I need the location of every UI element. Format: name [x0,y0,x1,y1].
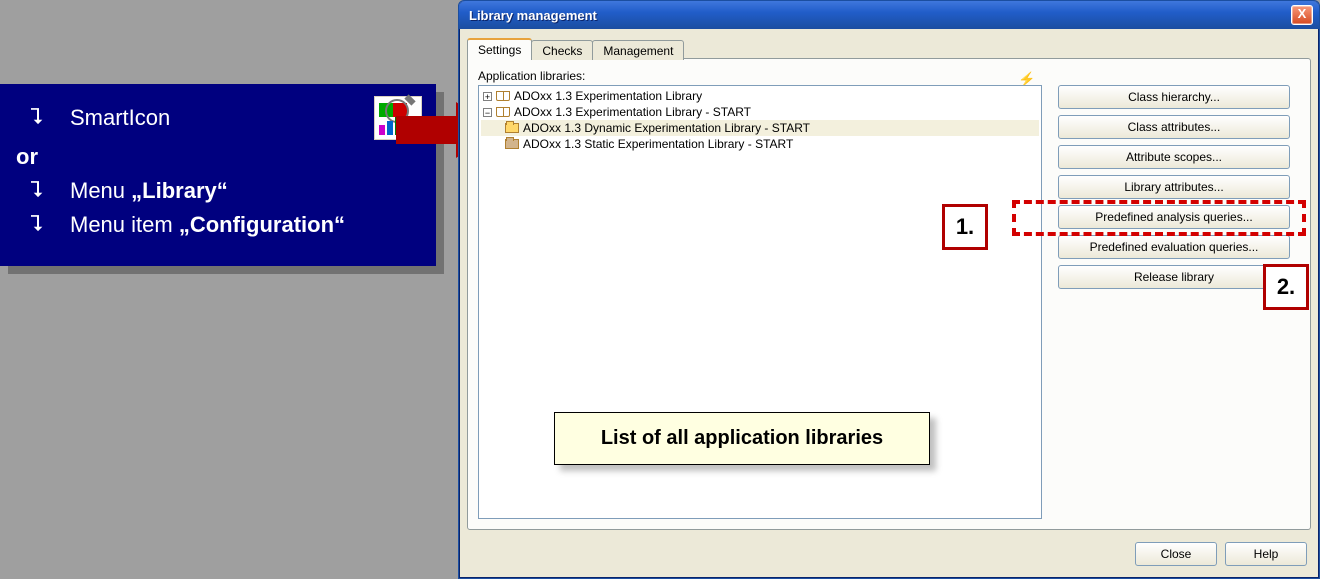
window-title: Library management [469,8,597,23]
tree-node-lib-1a[interactable]: ADOxx 1.3 Dynamic Experimentation Librar… [481,120,1039,136]
bottom-buttons: Close Help [1135,542,1307,566]
side-buttons: Class hierarchy... Class attributes... A… [1058,85,1290,289]
bullet-arrow-icon [30,107,50,129]
tab-management[interactable]: Management [592,40,684,60]
tab-settings[interactable]: Settings [467,38,532,59]
smarticon-icon [374,96,422,140]
info-or: or [16,140,422,174]
help-button[interactable]: Help [1225,542,1307,566]
info-text-menu-library: Menu „Library“ [70,174,422,208]
close-button[interactable]: Close [1135,542,1217,566]
info-row-menu-library: Menu „Library“ [30,174,422,208]
expand-icon[interactable]: + [483,92,492,101]
tabstrip: Settings Checks Management [467,35,1311,59]
tree-node-lib-1[interactable]: − ADOxx 1.3 Experimentation Library - ST… [481,104,1039,120]
tree-label: ADOxx 1.3 Experimentation Library [514,89,702,103]
annotation-number-1: 1. [942,204,988,250]
tab-checks[interactable]: Checks [531,40,593,60]
folder-icon [505,123,519,133]
info-row-smarticon: SmartIcon [30,96,422,140]
annotation-number-2: 2. [1263,264,1309,310]
application-libraries-label: Application libraries: [478,69,1300,83]
attribute-scopes-button[interactable]: Attribute scopes... [1058,145,1290,169]
window-close-button[interactable]: X [1291,5,1313,25]
info-text-smarticon: SmartIcon [70,101,348,135]
library-management-window: Library management X Settings Checks Man… [458,0,1320,579]
tree-label: ADOxx 1.3 Experimentation Library - STAR… [514,105,751,119]
annotation-callout: List of all application libraries [554,412,930,465]
book-icon [496,91,510,101]
library-attributes-button[interactable]: Library attributes... [1058,175,1290,199]
tree-label: ADOxx 1.3 Static Experimentation Library… [523,137,793,151]
predefined-evaluation-button[interactable]: Predefined evaluation queries... [1058,235,1290,259]
class-hierarchy-button[interactable]: Class hierarchy... [1058,85,1290,109]
release-library-button[interactable]: Release library [1058,265,1290,289]
class-attributes-button[interactable]: Class attributes... [1058,115,1290,139]
predefined-analysis-button[interactable]: Predefined analysis queries... [1058,205,1290,229]
tree-label: ADOxx 1.3 Dynamic Experimentation Librar… [523,121,810,135]
info-panel: SmartIcon or Menu „Library“ Menu item „C… [0,84,436,266]
tree-node-lib-0[interactable]: + ADOxx 1.3 Experimentation Library [481,88,1039,104]
book-icon [496,107,510,117]
tree-node-lib-1b[interactable]: ADOxx 1.3 Static Experimentation Library… [481,136,1039,152]
titlebar[interactable]: Library management X [459,1,1319,29]
info-text-menu-config: Menu item „Configuration“ [70,208,422,242]
bullet-arrow-icon [30,214,50,236]
folder-icon [505,139,519,149]
collapse-icon[interactable]: − [483,108,492,117]
bullet-arrow-icon [30,180,50,202]
window-body: Settings Checks Management Application l… [467,35,1311,570]
info-row-menu-config: Menu item „Configuration“ [30,208,422,242]
